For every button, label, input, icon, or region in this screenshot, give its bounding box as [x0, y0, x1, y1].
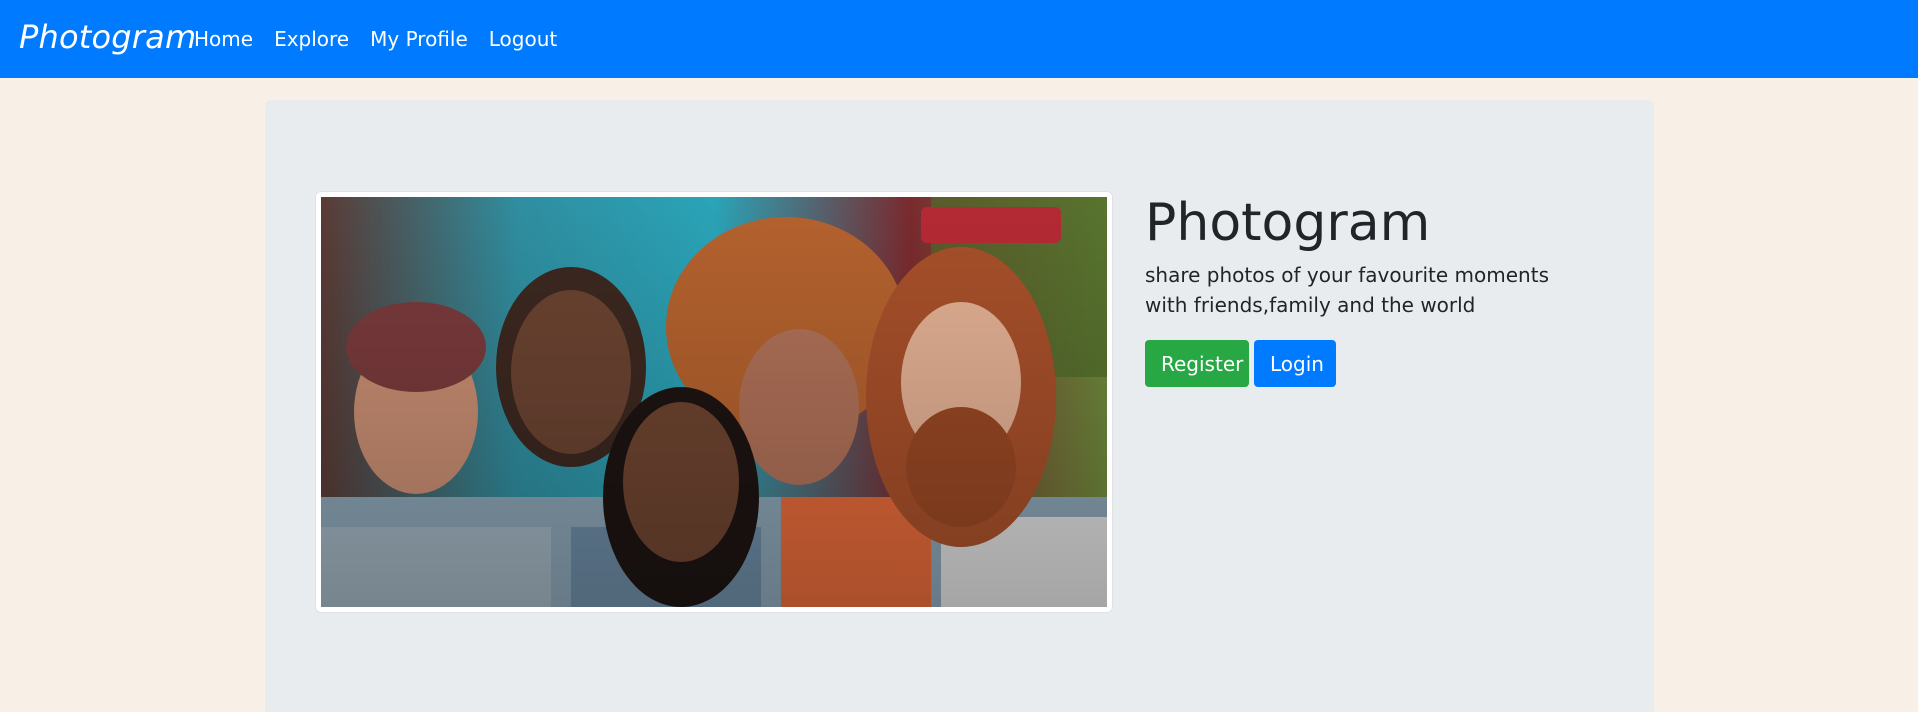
nav-link-home[interactable]: Home [194, 27, 253, 51]
nav-link-my-profile[interactable]: My Profile [370, 27, 468, 51]
login-button[interactable]: Login [1254, 340, 1336, 387]
nav-link-explore[interactable]: Explore [274, 27, 349, 51]
nav-link-logout[interactable]: Logout [489, 27, 557, 51]
group-photo-illustration [321, 197, 1107, 607]
hero-jumbotron: Photogram share photos of your favourite… [265, 100, 1654, 712]
top-navbar: Photogram Home Explore My Profile Logout [0, 0, 1918, 78]
nav-links: Home Explore My Profile Logout [194, 0, 578, 78]
register-button[interactable]: Register [1145, 340, 1249, 387]
hero-group-photo [315, 191, 1113, 613]
hero-title: Photogram [1145, 193, 1431, 253]
brand-logo-link[interactable]: Photogram [19, 18, 196, 56]
hero-description: share photos of your favourite moments w… [1145, 263, 1549, 317]
